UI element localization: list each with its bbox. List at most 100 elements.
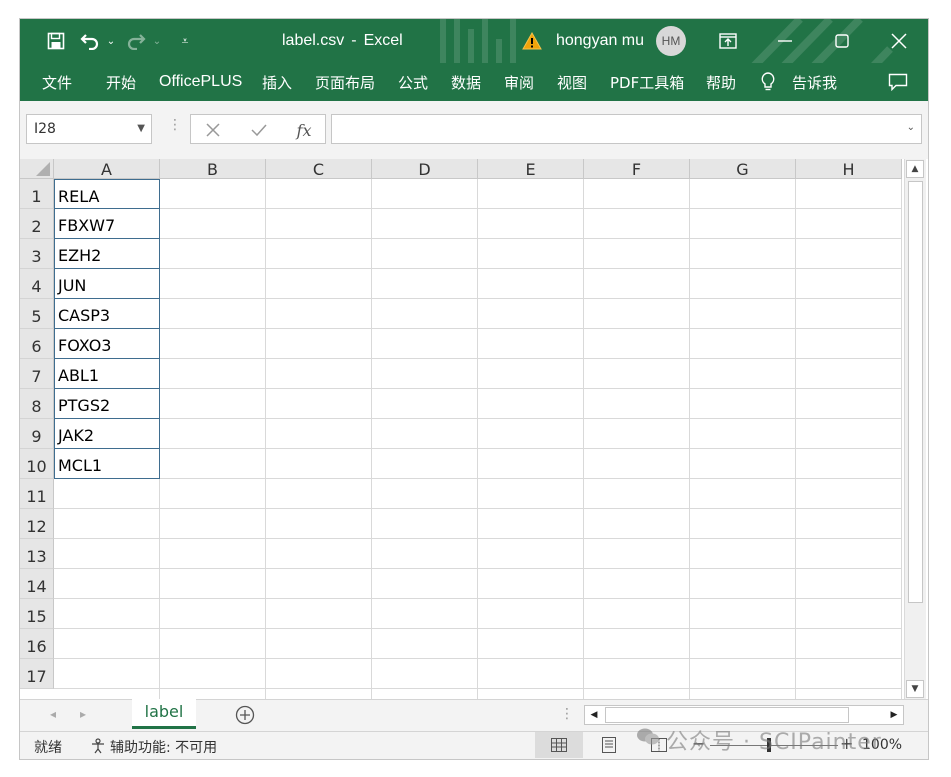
tab-split-handle-icon[interactable]: ⋮ bbox=[560, 706, 574, 722]
ready-status: 就绪 bbox=[34, 740, 62, 756]
status-bar: 就绪 辅助功能: 不可用 − + 100% bbox=[20, 731, 928, 759]
column-header-f[interactable]: F bbox=[584, 159, 690, 179]
row-header[interactable]: 11 bbox=[20, 479, 54, 509]
row-header[interactable]: 2 bbox=[20, 209, 54, 239]
window-title: label.csv - Excel bbox=[282, 19, 452, 63]
sheet-tab-label[interactable]: label bbox=[132, 699, 196, 729]
maximize-icon[interactable] bbox=[827, 19, 857, 63]
row-header[interactable]: 6 bbox=[20, 329, 54, 359]
cell-a9[interactable]: JAK2 bbox=[54, 419, 160, 449]
formula-input[interactable]: ⌄ bbox=[331, 114, 922, 144]
warning-icon[interactable] bbox=[520, 19, 544, 63]
column-header-c[interactable]: C bbox=[266, 159, 372, 179]
row-header[interactable]: 7 bbox=[20, 359, 54, 389]
column-header-e[interactable]: E bbox=[478, 159, 584, 179]
zoom-slider-track[interactable] bbox=[710, 745, 838, 746]
lightbulb-icon[interactable] bbox=[760, 63, 776, 101]
undo-dropdown-icon[interactable]: ⌄ bbox=[104, 19, 118, 63]
column-header-h[interactable]: H bbox=[796, 159, 902, 179]
tab-officeplus[interactable]: OfficePLUS bbox=[159, 63, 242, 101]
scroll-up-icon[interactable]: ▲ bbox=[906, 160, 924, 178]
vertical-scrollbar[interactable]: ▲ ▼ bbox=[904, 159, 926, 699]
cell-a4[interactable]: JUN bbox=[54, 269, 160, 299]
column-header-b[interactable]: B bbox=[160, 159, 266, 179]
tab-home[interactable]: 开始 bbox=[106, 63, 136, 101]
scroll-down-icon[interactable]: ▼ bbox=[906, 680, 924, 698]
column-header-d[interactable]: D bbox=[372, 159, 478, 179]
zoom-slider-thumb[interactable] bbox=[767, 738, 771, 752]
tab-data[interactable]: 数据 bbox=[451, 63, 481, 101]
comments-icon[interactable] bbox=[888, 63, 908, 101]
insert-function-icon[interactable]: fx bbox=[291, 118, 317, 142]
user-avatar[interactable]: HM bbox=[654, 19, 688, 63]
undo-icon[interactable] bbox=[78, 19, 102, 63]
cell-a1[interactable]: RELA bbox=[54, 179, 160, 209]
tab-file[interactable]: 文件 bbox=[42, 63, 72, 101]
cell-a3[interactable]: EZH2 bbox=[54, 239, 160, 269]
redo-dropdown-icon[interactable]: ⌄ bbox=[150, 19, 164, 63]
resize-handle-icon[interactable]: ⋮ bbox=[168, 117, 182, 133]
scroll-sheets-right-icon[interactable]: ▸ bbox=[80, 707, 86, 721]
scroll-left-icon[interactable]: ◀ bbox=[585, 706, 603, 724]
name-box[interactable]: I28 ▼ bbox=[26, 114, 152, 144]
cell-a7[interactable]: ABL1 bbox=[54, 359, 160, 389]
customize-qat-icon[interactable]: ⩡ bbox=[176, 19, 194, 63]
accessibility-status[interactable]: 辅助功能: 不可用 bbox=[110, 737, 217, 757]
row-header[interactable]: 3 bbox=[20, 239, 54, 269]
tab-formulas[interactable]: 公式 bbox=[398, 63, 428, 101]
row-header[interactable]: 5 bbox=[20, 299, 54, 329]
new-sheet-icon[interactable] bbox=[234, 704, 256, 726]
row-header[interactable]: 12 bbox=[20, 509, 54, 539]
cell-a6[interactable]: FOXO3 bbox=[54, 329, 160, 359]
zoom-in-icon[interactable]: + bbox=[840, 734, 853, 753]
page-break-view-icon[interactable] bbox=[644, 732, 674, 758]
normal-view-icon[interactable] bbox=[535, 732, 583, 758]
row-header[interactable]: 17 bbox=[20, 659, 54, 689]
tab-help[interactable]: 帮助 bbox=[706, 63, 736, 101]
row-header[interactable]: 10 bbox=[20, 449, 54, 479]
column-header-a[interactable]: A bbox=[54, 159, 160, 179]
redo-icon[interactable] bbox=[124, 19, 148, 63]
close-icon[interactable] bbox=[884, 19, 914, 63]
tell-me-search[interactable]: 告诉我 bbox=[792, 63, 837, 101]
minimize-icon[interactable] bbox=[770, 19, 800, 63]
row-header[interactable]: 16 bbox=[20, 629, 54, 659]
column-header-g[interactable]: G bbox=[690, 159, 796, 179]
vertical-scroll-thumb[interactable] bbox=[908, 181, 923, 603]
tab-view[interactable]: 视图 bbox=[557, 63, 587, 101]
row-header[interactable]: 9 bbox=[20, 419, 54, 449]
user-name[interactable]: hongyan mu bbox=[552, 19, 648, 63]
row-header[interactable]: 15 bbox=[20, 599, 54, 629]
tab-insert[interactable]: 插入 bbox=[262, 63, 292, 101]
zoom-level[interactable]: 100% bbox=[862, 737, 902, 753]
select-all-button[interactable] bbox=[20, 159, 54, 179]
confirm-icon[interactable] bbox=[247, 118, 271, 142]
formula-buttons: fx bbox=[190, 114, 326, 144]
tab-review[interactable]: 审阅 bbox=[504, 63, 534, 101]
row-header[interactable]: 1 bbox=[20, 179, 54, 209]
row-header[interactable]: 14 bbox=[20, 569, 54, 599]
cancel-icon[interactable] bbox=[201, 118, 225, 142]
cell-a8[interactable]: PTGS2 bbox=[54, 389, 160, 419]
scroll-right-icon[interactable]: ▶ bbox=[885, 706, 903, 724]
expand-formula-bar-icon[interactable]: ⌄ bbox=[907, 122, 915, 133]
accessibility-icon[interactable] bbox=[88, 737, 108, 755]
save-icon[interactable] bbox=[42, 19, 70, 63]
scroll-sheets-left-icon[interactable]: ◂ bbox=[50, 707, 56, 721]
tab-page-layout[interactable]: 页面布局 bbox=[315, 63, 375, 101]
horizontal-scrollbar[interactable]: ◀ ▶ bbox=[584, 705, 904, 725]
horizontal-scroll-thumb[interactable] bbox=[605, 707, 849, 723]
ribbon-display-options-icon[interactable] bbox=[713, 19, 743, 63]
tab-pdf-toolbox[interactable]: PDF工具箱 bbox=[610, 63, 684, 101]
cell-a10[interactable]: MCL1 bbox=[54, 449, 160, 479]
row-header[interactable]: 4 bbox=[20, 269, 54, 299]
cell-a5[interactable]: CASP3 bbox=[54, 299, 160, 329]
page-layout-view-icon[interactable] bbox=[594, 732, 624, 758]
row-header[interactable]: 13 bbox=[20, 539, 54, 569]
cell-a2[interactable]: FBXW7 bbox=[54, 209, 160, 239]
cell-reference: I28 bbox=[34, 121, 56, 137]
zoom-out-icon[interactable]: − bbox=[692, 734, 705, 753]
cell-grid[interactable]: RELA FBXW7 EZH2 JUN CASP3 FOXO3 ABL1 PTG… bbox=[54, 179, 902, 699]
name-box-dropdown-icon[interactable]: ▼ bbox=[137, 123, 145, 134]
row-header[interactable]: 8 bbox=[20, 389, 54, 419]
